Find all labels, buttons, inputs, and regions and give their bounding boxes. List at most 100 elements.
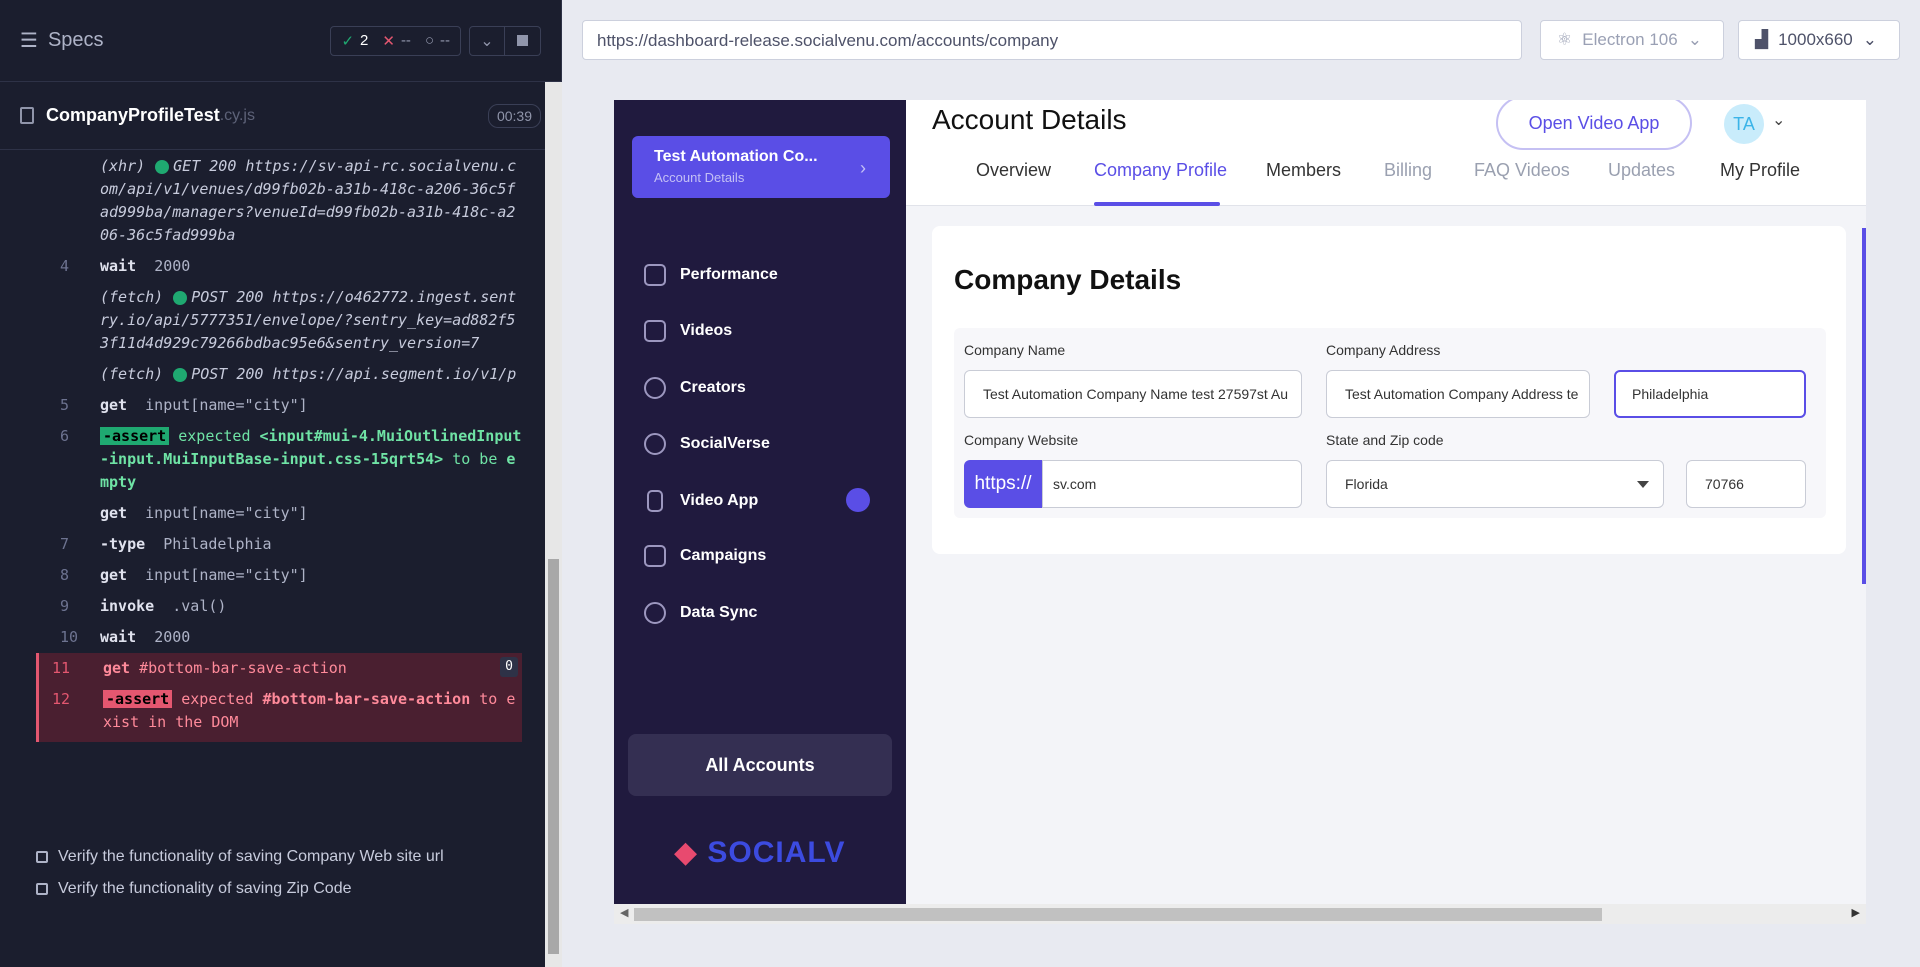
test-title: Verify the functionality of saving Compa… [58, 848, 444, 865]
command-row[interactable]: 5 get input[name="city"] [36, 390, 522, 421]
stop-button[interactable] [505, 25, 541, 56]
chevron-down-button[interactable]: ⌄ [469, 25, 505, 56]
scrollbar-thumb[interactable] [634, 908, 1602, 921]
scroll-right-icon[interactable]: ▶ [1852, 906, 1860, 919]
company-name-input[interactable]: Test Automation Company Name test 27597s… [964, 370, 1302, 418]
failed-command-row[interactable]: 11 get #bottom-bar-save-action 0 [36, 653, 522, 684]
city-input[interactable]: Philadelphia [1614, 370, 1806, 418]
aut-preview: https://dashboard-release.socialvenu.com… [562, 0, 1920, 967]
app-frame: Test Automation Co... Account Details › … [614, 100, 1866, 904]
command-text: wait 2000 [100, 257, 191, 275]
failed-command-row[interactable]: 12 -assert expected #bottom-bar-save-act… [36, 684, 522, 742]
dropdown-arrow-icon [1637, 481, 1649, 488]
command-row[interactable]: (fetch) POST 200 https://api.segment.io/v… [36, 359, 522, 390]
scrollbar-thumb[interactable] [548, 559, 559, 954]
viewport-selector[interactable]: ▟ 1000x660 ⌄ [1738, 20, 1900, 60]
command-text: invoke .val() [100, 597, 227, 615]
command-row[interactable]: (fetch) POST 200 https://o462772.ingest.s… [36, 282, 522, 359]
nav-socialverse[interactable]: SocialVerse [644, 433, 770, 455]
account-card[interactable]: Test Automation Co... Account Details › [632, 136, 890, 198]
nav-campaigns[interactable]: Campaigns [644, 545, 766, 567]
company-website-input[interactable]: sv.com [1042, 460, 1302, 508]
spec-file-name: CompanyProfileTest [46, 105, 220, 125]
globe-icon [644, 433, 666, 455]
nav-label: Data Sync [680, 604, 758, 621]
specs-label[interactable]: Specs [48, 29, 104, 52]
specs-menu-icon[interactable]: ☰ [20, 28, 38, 53]
assert-badge: -assert [103, 690, 173, 708]
command-text: -assert expected #bottom-bar-save-action… [103, 690, 516, 731]
nav-creators[interactable]: Creators [644, 377, 746, 399]
app-sidebar: Test Automation Co... Account Details › … [614, 100, 906, 904]
state-value: Florida [1345, 476, 1388, 492]
command-row[interactable]: 6 -assert expected <input#mui-4.MuiOutli… [36, 421, 522, 498]
account-name: Test Automation Co... [654, 148, 818, 165]
nav-performance[interactable]: Performance [644, 264, 778, 286]
state-select[interactable]: Florida [1326, 460, 1664, 508]
command-text: wait 2000 [100, 628, 191, 646]
ruler-icon: ▟ [1755, 30, 1769, 49]
command-row[interactable]: 8 get input[name="city"] [36, 560, 522, 591]
company-address-input[interactable]: Test Automation Company Address te [1326, 370, 1590, 418]
company-details-card: Company Details Company Name Test Automa… [932, 226, 1846, 554]
command-row[interactable]: 4 wait 2000 [36, 251, 522, 282]
browser-selector[interactable]: ⚛ Electron 106 ⌄ [1540, 20, 1724, 60]
command-row[interactable]: get input[name="city"] [36, 498, 522, 529]
all-accounts-button[interactable]: All Accounts [628, 734, 892, 796]
nav-videos[interactable]: Videos [644, 320, 732, 342]
command-number: 12 [52, 690, 71, 708]
cloud-icon [644, 602, 666, 624]
command-text: get input[name="city"] [100, 396, 308, 414]
tab-overview[interactable]: Overview [976, 160, 1051, 181]
tab-updates[interactable]: Updates [1608, 160, 1675, 181]
open-video-app-button[interactable]: Open Video App [1496, 100, 1692, 150]
command-log-scrollbar[interactable] [545, 82, 562, 967]
chevron-down-icon: ⌄ [480, 32, 494, 50]
nav-data-sync[interactable]: Data Sync [644, 602, 757, 624]
nav-label: Videos [680, 322, 733, 339]
test-item[interactable]: Verify the functionality of saving Zip C… [36, 880, 526, 898]
failed-stat: ✕ -- [382, 32, 411, 50]
active-tab-indicator [1094, 202, 1220, 206]
command-number: 9 [60, 597, 70, 615]
tab-company-profile[interactable]: Company Profile [1094, 160, 1227, 181]
test-item[interactable]: Verify the functionality of saving Compa… [36, 848, 526, 866]
spinner-icon: ○ [424, 32, 434, 49]
nav-video-app[interactable]: Video App [644, 490, 758, 512]
command-number [36, 155, 100, 247]
stats-box: ✓ 2 ✕ -- ○ -- [330, 25, 461, 56]
tab-billing[interactable]: Billing [1384, 160, 1432, 181]
command-row[interactable]: 9 invoke .val() [36, 591, 522, 622]
command-text: get #bottom-bar-save-action 0 [103, 657, 522, 680]
pending-count: -- [440, 32, 450, 49]
state-zip-label: State and Zip code [1326, 432, 1444, 448]
command-text: -type Philadelphia [100, 535, 272, 553]
main-header: Account Details Open Video App TA ⌄ Over… [906, 100, 1866, 206]
spec-duration: 00:39 [487, 103, 541, 128]
pending-stat: ○ -- [425, 32, 450, 49]
command-number: 4 [60, 257, 70, 275]
company-name-label: Company Name [964, 342, 1066, 358]
tab-members[interactable]: Members [1266, 160, 1341, 181]
horizontal-scrollbar[interactable]: ◀ ▶ [614, 904, 1866, 924]
command-number: 11 [52, 659, 71, 677]
browser-label: Electron 106 [1582, 30, 1678, 49]
url-bar[interactable]: https://dashboard-release.socialvenu.com… [582, 20, 1522, 60]
x-icon: ✕ [382, 32, 395, 50]
tab-faq-videos[interactable]: FAQ Videos [1474, 160, 1570, 181]
status-dot-icon [173, 290, 188, 305]
command-number [36, 286, 100, 355]
command-row[interactable]: 7 -type Philadelphia [36, 529, 522, 560]
chevron-down-icon[interactable]: ⌄ [1772, 110, 1785, 130]
command-text: -assert expected <input#mui-4.MuiOutline… [100, 427, 522, 491]
command-row[interactable]: 10 wait 2000 [36, 622, 522, 653]
zip-input[interactable]: 70766 [1686, 460, 1806, 508]
viewport-label: 1000x660 [1778, 30, 1853, 49]
tab-my-profile[interactable]: My Profile [1720, 160, 1800, 181]
command-text: (fetch) POST 200 https://o462772.ingest.s… [100, 288, 517, 352]
command-row[interactable]: (xhr) GET 200 https://sv-api-rc.socialven… [36, 151, 522, 251]
avatar[interactable]: TA [1724, 104, 1764, 144]
chevron-down-icon: ⌄ [1862, 30, 1878, 49]
chart-icon [644, 264, 666, 286]
scroll-left-icon[interactable]: ◀ [620, 906, 628, 919]
